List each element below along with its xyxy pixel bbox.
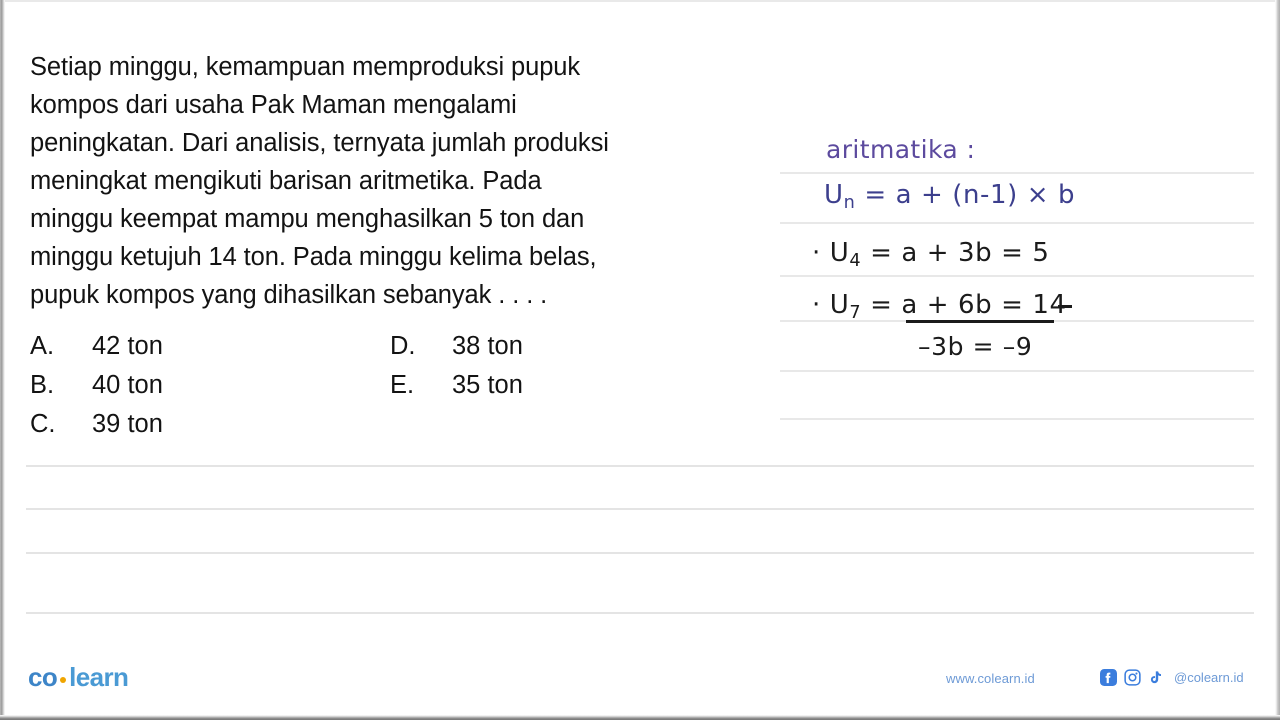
option-d-label: D. — [390, 332, 416, 360]
note-rule-line — [780, 418, 1254, 420]
question-line: pupuk kompos yang dihasilkan sebanyak . … — [30, 281, 548, 309]
question-line: peningkatan. Dari analisis, ternyata jum… — [30, 129, 609, 157]
note-rule-line — [780, 172, 1254, 174]
note-rule-line — [780, 222, 1254, 224]
social-handle[interactable]: @colearn.id — [1174, 670, 1244, 685]
option-e[interactable]: E. 35 ton — [390, 366, 523, 405]
option-b-label: B. — [30, 371, 55, 399]
option-c-label: C. — [30, 410, 56, 438]
option-c[interactable]: C. 39 ton — [30, 405, 163, 444]
question-line: meningkat mengikuti barisan aritmetika. … — [30, 167, 542, 195]
instagram-icon[interactable] — [1124, 669, 1141, 686]
question-line: minggu keempat mampu menghasilkan 5 ton … — [30, 205, 585, 233]
note-u4-subscript: 4 — [849, 250, 862, 271]
question-line: minggu ketujuh 14 ton. Pada minggu kelim… — [30, 243, 597, 271]
option-d-text: 38 ton — [452, 332, 523, 360]
page-rule-line — [26, 508, 1254, 510]
note-formula-u: U — [824, 180, 844, 210]
note-u7-bullet: · U — [812, 290, 850, 320]
note-formula-body: = a + (n-1) × b — [855, 180, 1076, 210]
page-right-border — [1275, 0, 1280, 720]
logo-text-co: co — [28, 662, 58, 692]
note-rule-line — [780, 275, 1254, 277]
note-step-u4: · U4 = a + 3b = 5 — [812, 238, 1049, 271]
note-u4-bullet: · U — [812, 238, 850, 268]
option-a-text: 42 ton — [92, 332, 163, 360]
note-subtraction-bar — [906, 320, 1054, 323]
logo-dot-icon — [60, 677, 67, 683]
page-rule-line — [26, 465, 1254, 467]
website-url[interactable]: www.colearn.id — [946, 671, 1035, 686]
option-b-text: 40 ton — [92, 371, 163, 399]
note-subtraction-minus-sign — [1058, 305, 1072, 308]
note-result: –3b = –9 — [918, 332, 1033, 361]
option-a[interactable]: A. 42 ton — [30, 327, 163, 366]
note-general-formula: Un = a + (n-1) × b — [824, 180, 1075, 213]
colearn-logo[interactable]: co learn — [28, 662, 129, 693]
note-formula-subscript: n — [843, 192, 856, 213]
option-d[interactable]: D. 38 ton — [390, 327, 523, 366]
question-line: Setiap minggu, kemampuan memproduksi pup… — [30, 53, 581, 81]
note-u4-body: = a + 3b = 5 — [861, 238, 1050, 268]
page-top-border — [0, 0, 1280, 2]
note-u7-body: = a + 6b = 14 — [861, 290, 1067, 320]
option-b[interactable]: B. 40 ton — [30, 366, 163, 405]
options-row: B. 40 ton E. 35 ton — [30, 366, 630, 405]
page-rule-line — [26, 612, 1254, 614]
tiktok-icon[interactable] — [1148, 669, 1163, 686]
page-rule-line — [26, 552, 1254, 554]
question-line: kompos dari usaha Pak Maman mengalami — [30, 91, 517, 119]
note-title-aritmatika: aritmatika : — [826, 135, 976, 164]
question-text: Setiap minggu, kemampuan memproduksi pup… — [30, 48, 770, 314]
options-row: A. 42 ton D. 38 ton — [30, 327, 630, 366]
logo-text-learn: learn — [69, 662, 129, 692]
worksheet-page: Setiap minggu, kemampuan memproduksi pup… — [0, 0, 1280, 720]
note-rule-line — [780, 370, 1254, 372]
answer-options: A. 42 ton D. 38 ton B. 40 ton E. 35 ton C. 39… — [30, 327, 630, 444]
page-left-border — [0, 0, 5, 720]
facebook-icon[interactable] — [1100, 669, 1117, 686]
note-u7-subscript: 7 — [849, 302, 862, 323]
note-step-u7: · U7 = a + 6b = 14 — [812, 290, 1067, 323]
page-bottom-border — [0, 715, 1280, 720]
social-links: @colearn.id — [1100, 669, 1244, 686]
option-a-label: A. — [30, 332, 55, 360]
option-e-text: 35 ton — [452, 371, 523, 399]
option-c-text: 39 ton — [92, 410, 163, 438]
options-row: C. 39 ton — [30, 405, 630, 444]
option-e-label: E. — [390, 371, 415, 399]
